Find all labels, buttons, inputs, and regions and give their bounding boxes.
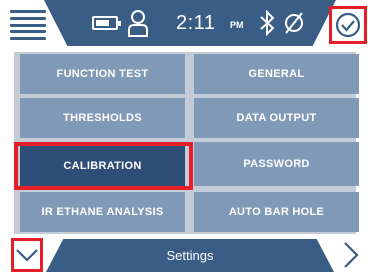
- data-output-button[interactable]: DATA OUTPUT: [194, 98, 359, 138]
- function-test-button[interactable]: FUNCTION TEST: [20, 54, 185, 94]
- user-icon: [128, 10, 148, 37]
- ir-ethane-analysis-button[interactable]: IR ETHANE ANALYSIS: [20, 192, 185, 232]
- password-button[interactable]: PASSWORD: [194, 142, 359, 186]
- page-title: Settings: [46, 239, 334, 272]
- battery-icon: [92, 16, 121, 30]
- confirm-button[interactable]: [329, 6, 367, 44]
- clock-time: 2:11: [176, 12, 216, 34]
- bluetooth-icon: [260, 10, 275, 36]
- general-button[interactable]: GENERAL: [194, 54, 359, 94]
- top-status-bar: 2:11 PM: [0, 0, 368, 50]
- chevron-right-icon[interactable]: [340, 240, 362, 270]
- auto-bar-hole-button[interactable]: AUTO BAR HOLE: [194, 192, 359, 232]
- checkmark-icon: [335, 12, 361, 38]
- clock-ampm: PM: [230, 20, 244, 30]
- chevron-down-icon: [16, 249, 38, 262]
- selection-highlight: [14, 142, 193, 190]
- down-button[interactable]: [11, 238, 43, 272]
- no-signal-icon: [285, 12, 303, 34]
- thresholds-button[interactable]: THRESHOLDS: [20, 98, 185, 138]
- menu-icon[interactable]: [10, 8, 46, 42]
